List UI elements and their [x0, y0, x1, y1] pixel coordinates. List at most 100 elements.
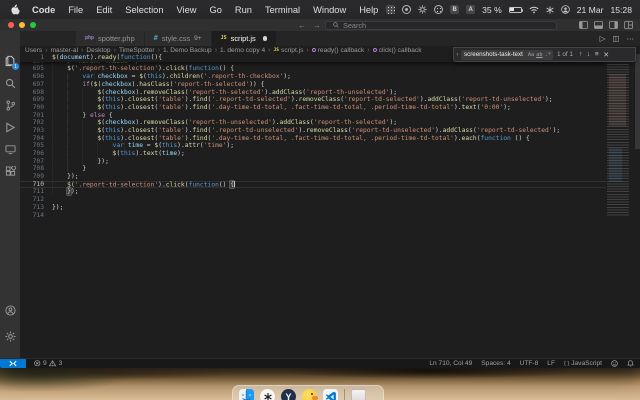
breadcrumb-item[interactable]: TimeSpotter — [119, 47, 155, 54]
feedback-smiley-icon[interactable] — [611, 360, 618, 367]
breadcrumb-item[interactable]: ready() callback — [312, 47, 365, 54]
menu-bar-time[interactable]: 15:28 — [610, 5, 632, 15]
menu-item-go[interactable]: Go — [210, 5, 222, 15]
search-view-icon[interactable] — [0, 73, 20, 93]
command-center-search[interactable]: Search — [325, 21, 557, 30]
extensions-icon[interactable] — [0, 161, 20, 181]
dock-y-browser-icon[interactable]: Y — [281, 389, 296, 400]
language-mode[interactable]: { } JavaScript — [564, 360, 602, 367]
status-app-icon-1[interactable] — [386, 5, 395, 14]
code-editor[interactable]: 694 /* REPORT TABLES */695 $('.report-th… — [20, 54, 640, 358]
problems-status[interactable]: 9 3 — [34, 360, 62, 367]
code-line-700[interactable]: 700 $(this).closest('table').find('.day-… — [20, 104, 606, 112]
line-number[interactable]: 706 — [20, 150, 44, 158]
navigate-back-icon[interactable]: ← — [298, 21, 306, 30]
line-number[interactable]: 696 — [20, 73, 44, 81]
apple-menu-icon[interactable] — [11, 4, 20, 15]
dock-cyberduck-icon[interactable] — [302, 389, 317, 400]
minimap[interactable] — [606, 54, 632, 358]
line-number[interactable]: 695 — [20, 65, 44, 73]
previous-match-icon[interactable]: ↑ — [579, 51, 582, 58]
breadcrumb-item[interactable]: Users — [25, 47, 42, 54]
menu-item-code[interactable]: Code — [32, 5, 55, 15]
line-number[interactable]: 712 — [20, 196, 44, 204]
code-line-704[interactable]: 704 $(this).closest('table').find('.day-… — [20, 135, 606, 143]
run-file-icon[interactable]: ▷ — [600, 34, 606, 43]
line-number[interactable]: 700 — [20, 104, 44, 112]
code-line-705[interactable]: 705 var time = $(this).attr('time'); — [20, 142, 606, 150]
dock-finder-icon[interactable] — [239, 389, 254, 400]
menu-item-view[interactable]: View — [177, 5, 197, 15]
line-number[interactable]: 699 — [20, 96, 44, 104]
dock-trash-icon[interactable] — [351, 389, 366, 400]
breadcrumb-item[interactable]: click() callback — [373, 47, 422, 54]
line-number[interactable]: 702 — [20, 119, 44, 127]
minimize-window-button[interactable] — [19, 22, 25, 28]
cursor-position[interactable]: Ln 710, Col 49 — [429, 360, 472, 367]
scrollbar-thumb[interactable] — [635, 54, 640, 149]
explorer-icon[interactable]: 1 — [0, 51, 20, 71]
breadcrumb-item[interactable]: Desktop — [86, 47, 110, 54]
next-match-icon[interactable]: ↓ — [587, 51, 590, 58]
encoding[interactable]: UTF-8 — [520, 360, 539, 367]
code-line-707[interactable]: 707 }); — [20, 158, 606, 166]
status-app-icon-3[interactable] — [434, 5, 443, 14]
accounts-icon[interactable] — [0, 300, 20, 320]
indentation[interactable]: Spaces: 4 — [481, 360, 510, 367]
line-number[interactable]: 714 — [20, 212, 44, 220]
tab-script-js[interactable]: JS script.js — [212, 31, 278, 46]
match-case-icon[interactable]: Aa — [528, 52, 534, 58]
more-actions-icon[interactable]: ⋯ — [627, 34, 635, 43]
code-line-699[interactable]: 699 $(this).closest('table').find('.repo… — [20, 96, 606, 104]
toggle-panel-icon[interactable] — [594, 21, 603, 29]
line-number[interactable]: 711 — [20, 188, 44, 196]
line-number[interactable]: 709 — [20, 173, 44, 181]
code-line-697[interactable]: 697 if($(checkbox).hasClass('report-th-s… — [20, 81, 606, 89]
status-app-icon-2[interactable] — [402, 5, 411, 14]
remote-indicator[interactable] — [0, 359, 26, 368]
line-number[interactable]: 713 — [20, 204, 44, 212]
remote-explorer-icon[interactable] — [0, 139, 20, 159]
code-line-713[interactable]: 713}); — [20, 204, 606, 212]
tab-spotter-php[interactable]: php spotter.php — [76, 31, 145, 46]
breadcrumb-item[interactable]: 1. demo copy 4 — [220, 47, 265, 54]
line-number[interactable]: 698 — [20, 89, 44, 97]
split-editor-icon[interactable]: ◫ — [612, 34, 619, 43]
vertical-scrollbar[interactable] — [634, 54, 640, 358]
menu-item-file[interactable]: File — [68, 5, 83, 15]
customize-layout-icon[interactable] — [624, 21, 633, 29]
code-line-702[interactable]: 702 $(checkbox).removeClass('report-th-u… — [20, 119, 606, 127]
manage-gear-icon[interactable] — [0, 326, 20, 346]
line-number[interactable]: 703 — [20, 127, 44, 135]
code-line-710[interactable]: 710 $('.report-td-selection').click(func… — [20, 181, 606, 189]
spotlight-asterisk-icon[interactable] — [546, 6, 554, 14]
battery-icon[interactable] — [509, 7, 522, 13]
code-line-696[interactable]: 696 var checkbox = $(this).children('.re… — [20, 73, 606, 81]
line-number[interactable]: 701 — [20, 112, 44, 120]
status-app-icon-b[interactable]: B — [450, 5, 459, 14]
find-in-selection-icon[interactable]: ≡ — [595, 51, 599, 58]
tab-style-css[interactable]: # style.css 9+ — [145, 31, 212, 46]
line-number[interactable]: 1 — [20, 54, 44, 62]
battery-percentage[interactable]: 35 % — [482, 5, 502, 15]
code-line-712[interactable]: 712 — [20, 196, 606, 204]
wifi-icon[interactable] — [529, 6, 539, 14]
menu-item-window[interactable]: Window — [313, 5, 346, 15]
whole-word-icon[interactable]: ab — [536, 52, 542, 58]
notifications-bell-icon[interactable] — [627, 360, 634, 367]
code-line-701[interactable]: 701 } else { — [20, 112, 606, 120]
unsaved-changes-dot[interactable] — [263, 36, 268, 41]
source-control-icon[interactable] — [0, 95, 20, 115]
code-line-714[interactable]: 714 — [20, 212, 606, 220]
eol-sequence[interactable]: LF — [547, 360, 555, 367]
menu-item-terminal[interactable]: Terminal — [265, 5, 300, 15]
input-source-icon[interactable]: A — [466, 5, 475, 14]
line-number[interactable]: 710 — [20, 181, 44, 189]
breadcrumb-item[interactable]: 1. Demo Backup — [163, 47, 212, 54]
close-window-button[interactable] — [8, 22, 14, 28]
code-line-708[interactable]: 708 } — [20, 165, 606, 173]
toggle-secondary-sidebar-icon[interactable] — [609, 21, 618, 29]
breadcrumb-item[interactable]: JSscript.js — [273, 47, 303, 54]
find-query[interactable]: screenshots-task-text — [464, 51, 526, 58]
dock-chatgpt-icon[interactable] — [260, 389, 275, 400]
